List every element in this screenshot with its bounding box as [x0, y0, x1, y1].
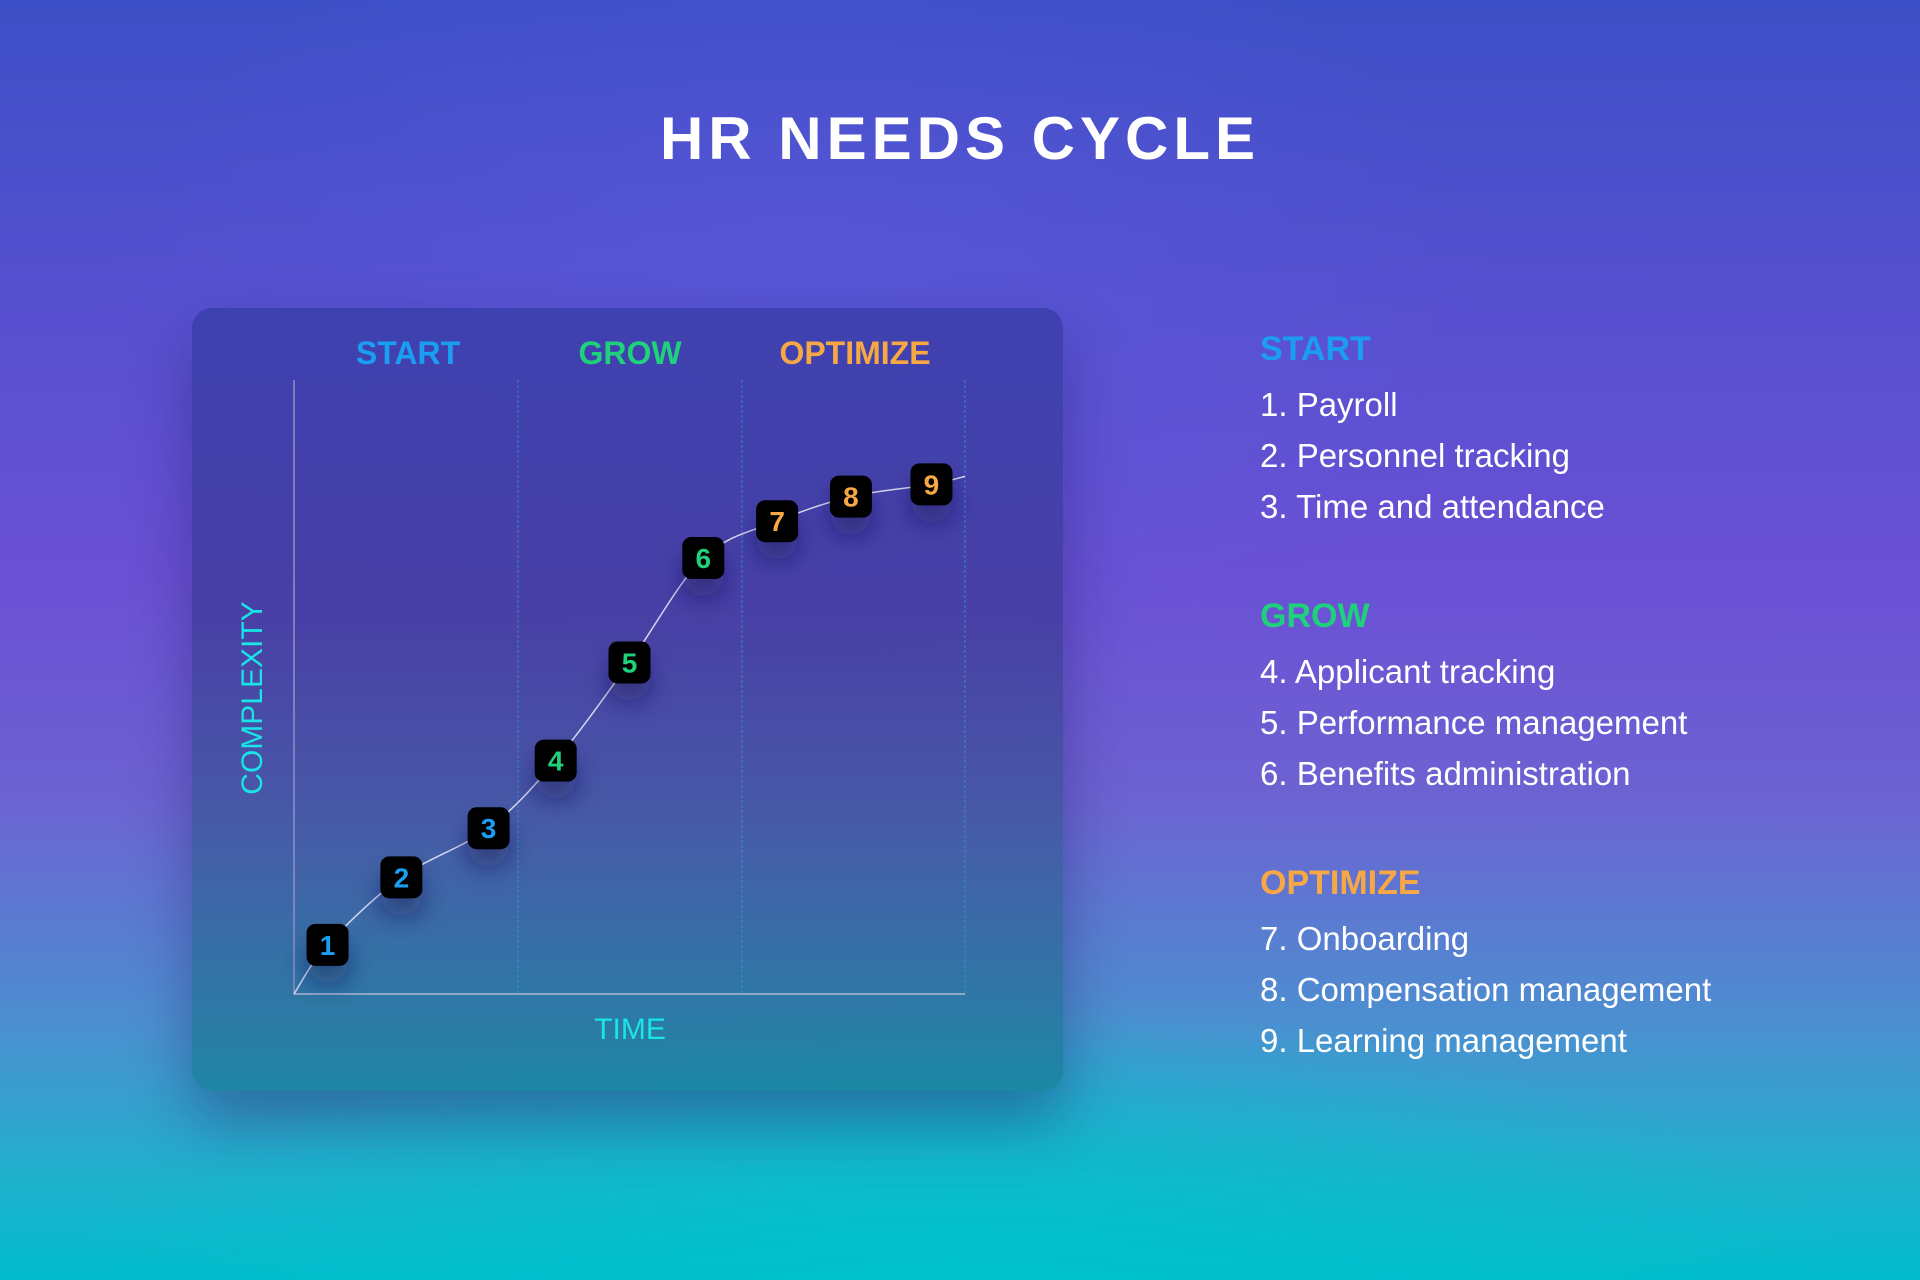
column-header-grow: GROW: [578, 335, 682, 371]
legend-heading-start: START: [1260, 330, 1371, 368]
legend-item: 9. Learning management: [1260, 1022, 1627, 1059]
legend-item: 5. Performance management: [1260, 704, 1688, 741]
y-axis-label: COMPLEXITY: [236, 601, 269, 795]
legend-heading-optimize: OPTIMIZE: [1260, 864, 1421, 902]
legend-item: 6. Benefits administration: [1260, 755, 1631, 792]
chart-panel: [192, 308, 1063, 1091]
legend-grow: GROW 4. Applicant tracking 5. Performanc…: [1260, 597, 1687, 799]
x-axis-label: TIME: [594, 1013, 666, 1046]
legend-item: 2. Personnel tracking: [1260, 437, 1571, 474]
legend-start: START 1. Payroll 2. Personnel tracking 3…: [1260, 330, 1605, 532]
legend-item: 3. Time and attendance: [1260, 488, 1605, 525]
legend-item: 1. Payroll: [1260, 386, 1398, 423]
legend-optimize: OPTIMIZE 7. Onboarding 8. Compensation m…: [1260, 864, 1711, 1066]
legend-item: 8. Compensation management: [1260, 971, 1712, 1008]
column-header-optimize: OPTIMIZE: [779, 335, 931, 371]
legend-item: 7. Onboarding: [1260, 920, 1470, 957]
legend-heading-grow: GROW: [1260, 597, 1370, 635]
legend-item: 4. Applicant tracking: [1260, 653, 1556, 690]
page-title: HR NEEDS CYCLE: [659, 105, 1261, 172]
column-header-start: START: [355, 335, 461, 371]
